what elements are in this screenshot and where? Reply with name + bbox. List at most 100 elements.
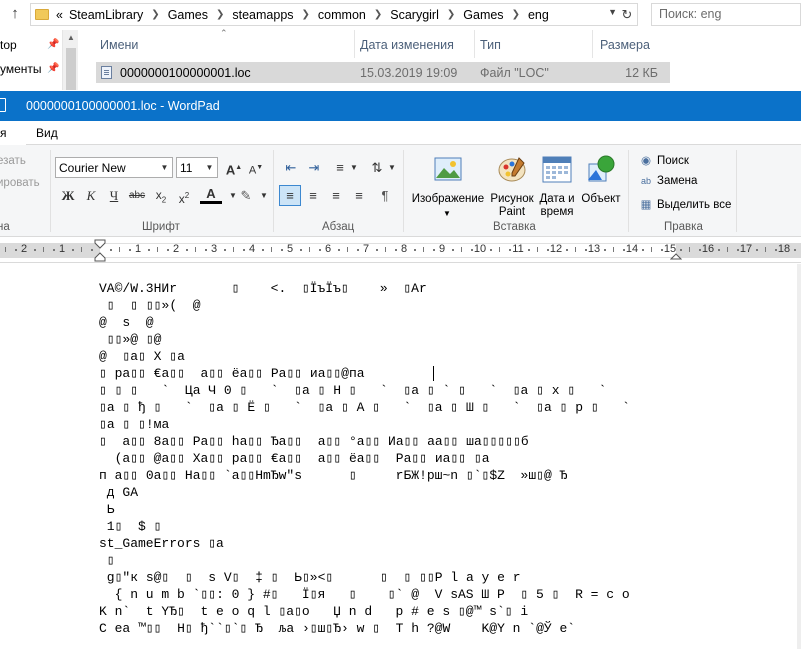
- document-line: st_GameErrors ▯a: [99, 536, 224, 551]
- font-color-icon[interactable]: A: [200, 185, 222, 204]
- strikethrough-icon[interactable]: abc: [126, 185, 148, 206]
- breadcrumb-item[interactable]: common: [318, 8, 366, 22]
- up-arrow-icon[interactable]: ↑: [6, 5, 24, 23]
- column-name[interactable]: Имени: [100, 38, 138, 52]
- scroll-up-icon[interactable]: ▲: [67, 33, 75, 42]
- document-line: K n` t YЂ▯ t e o q l ▯a▯o Џ n d p # e s …: [99, 604, 529, 619]
- align-right-icon[interactable]: ≡: [325, 185, 347, 206]
- nav-item-documents[interactable]: ументы: [0, 62, 42, 76]
- ruler-tick: [185, 249, 188, 251]
- right-indent-icon[interactable]: [670, 251, 682, 261]
- find-button[interactable]: ◉ Поиск: [639, 153, 689, 167]
- ruler-tick: [157, 247, 158, 252]
- document-line: ▯a ▯ ▯!мa: [99, 417, 170, 432]
- decrease-indent-icon[interactable]: ⇤: [280, 157, 302, 178]
- ruler[interactable]: 321123456789101112131415161718: [0, 237, 801, 263]
- scrollbar-thumb[interactable]: [66, 48, 76, 90]
- address-dropdown-icon[interactable]: ▼: [608, 7, 617, 17]
- document-line: @ ▯a▯ X ▯a: [99, 349, 185, 364]
- shrink-font-icon[interactable]: A▼: [245, 157, 267, 178]
- file-row[interactable]: 0000000100000001.loc 15.03.2019 19:09 Фа…: [96, 62, 670, 83]
- insert-object-button[interactable]: Объект: [579, 151, 623, 217]
- wordpad-titlebar: 0000000100000001.loc - WordPad: [0, 91, 801, 121]
- column-size[interactable]: Размера: [600, 38, 650, 52]
- ruler-tick: [119, 247, 120, 252]
- grow-font-icon[interactable]: A▲: [223, 157, 245, 178]
- column-divider[interactable]: [592, 30, 593, 58]
- document-scroll-edge[interactable]: [797, 264, 801, 649]
- increase-indent-icon[interactable]: ⇥: [303, 157, 325, 178]
- breadcrumb-item[interactable]: Games: [168, 8, 208, 22]
- column-divider[interactable]: [354, 30, 355, 58]
- paragraph-group-label: Абзац: [322, 221, 355, 233]
- search-input[interactable]: Поиск: eng: [651, 3, 801, 26]
- chevron-down-icon[interactable]: ▼: [381, 157, 403, 178]
- document-line: @ s @: [99, 315, 154, 330]
- font-family-select[interactable]: Courier New ▼: [55, 157, 173, 178]
- insert-image-label: Изображение: [411, 193, 485, 205]
- ruler-tick: [537, 247, 538, 252]
- insert-image-button[interactable]: Изображение ▼: [410, 151, 486, 218]
- cut-button[interactable]: езать: [0, 155, 26, 167]
- tab-home[interactable]: я: [0, 121, 26, 145]
- align-center-icon[interactable]: ≡: [302, 185, 324, 206]
- chevron-down-icon[interactable]: ▼: [253, 185, 275, 206]
- subscript-icon[interactable]: x2: [150, 185, 172, 206]
- breadcrumb-item[interactable]: Scarygirl: [390, 8, 439, 22]
- superscript-icon[interactable]: x2: [173, 185, 195, 206]
- column-type[interactable]: Тип: [480, 38, 501, 52]
- column-divider[interactable]: [474, 30, 475, 58]
- ruler-number: 4: [248, 243, 256, 255]
- paint-drawing-button[interactable]: Рисунок Paint: [489, 151, 535, 218]
- ruler-tick: [717, 249, 720, 251]
- binoculars-icon: ◉: [640, 155, 652, 167]
- explorer-address-row: ↑ « SteamLibrary ❯ Games ❯ steamapps ❯ comm…: [0, 0, 801, 30]
- select-all-button[interactable]: ▦ Выделить все: [639, 197, 732, 211]
- ruler-number: 10: [473, 243, 487, 255]
- ruler-tick: [147, 249, 150, 251]
- navigation-scrollbar[interactable]: ▲: [62, 30, 78, 90]
- ribbon-tabs: я Вид: [0, 121, 801, 145]
- file-type: Файл "LOC": [480, 66, 549, 80]
- document-line: ▯ pa▯▯ €a▯▯ a▯▯ ёa▯▯ Pa▯▯ иa▯▯@пa: [99, 366, 365, 381]
- justify-icon[interactable]: ≡: [348, 185, 370, 206]
- chevron-down-icon[interactable]: ▼: [343, 157, 365, 178]
- breadcrumb-item[interactable]: steamapps: [232, 8, 293, 22]
- ruler-tick: [413, 249, 416, 251]
- breadcrumb-item[interactable]: Games: [463, 8, 503, 22]
- document-area[interactable]: VA©/W.3НИr ▯ <. ▯ЇъЇъ▯ » ▯Ar ▯ ▯ ▯▯»( @ @…: [0, 264, 801, 649]
- replace-label: Замена: [657, 175, 698, 187]
- breadcrumb-item[interactable]: eng: [528, 8, 549, 22]
- ruler-number: 9: [438, 243, 446, 255]
- font-size-select[interactable]: 11 ▼: [176, 157, 218, 178]
- bold-icon[interactable]: Ж: [57, 185, 79, 206]
- column-modified[interactable]: Дата изменения: [360, 38, 454, 52]
- italic-icon[interactable]: К: [80, 185, 102, 206]
- folder-icon: [35, 9, 49, 20]
- replace-button[interactable]: ab Замена: [639, 175, 697, 187]
- breadcrumb-item[interactable]: SteamLibrary: [69, 8, 143, 22]
- refresh-icon[interactable]: ↻: [619, 5, 635, 24]
- tab-view[interactable]: Вид: [36, 126, 58, 140]
- nav-item-desktop[interactable]: top: [0, 38, 17, 52]
- document-line: д GA: [99, 485, 139, 500]
- document-line: 1▯ $ ▯: [99, 519, 162, 534]
- date-time-button[interactable]: Дата и время: [537, 151, 577, 218]
- back-chevron[interactable]: «: [56, 8, 63, 22]
- ruler-number: 6: [324, 243, 332, 255]
- align-left-icon[interactable]: ≡: [279, 185, 301, 206]
- address-bar[interactable]: « SteamLibrary ❯ Games ❯ steamapps ❯ common…: [30, 3, 638, 26]
- chevron-down-icon[interactable]: ▼: [157, 158, 172, 177]
- chevron-down-icon[interactable]: ▼: [202, 158, 217, 177]
- breadcrumb-separator-icon: ❯: [151, 9, 160, 20]
- ruler-tick: [575, 247, 576, 252]
- quick-access-save-icon[interactable]: [0, 98, 6, 112]
- group-divider: [273, 150, 274, 232]
- first-line-indent-icon[interactable]: [94, 239, 106, 265]
- ruler-tick: [765, 247, 766, 252]
- font-group-label: Шрифт: [142, 221, 180, 233]
- underline-icon[interactable]: Ч: [103, 185, 125, 206]
- document-line: ▯ ▯ ▯▯»( @: [99, 298, 201, 313]
- copy-button[interactable]: ировать: [0, 177, 40, 189]
- paragraph-settings-icon[interactable]: ¶: [374, 185, 396, 206]
